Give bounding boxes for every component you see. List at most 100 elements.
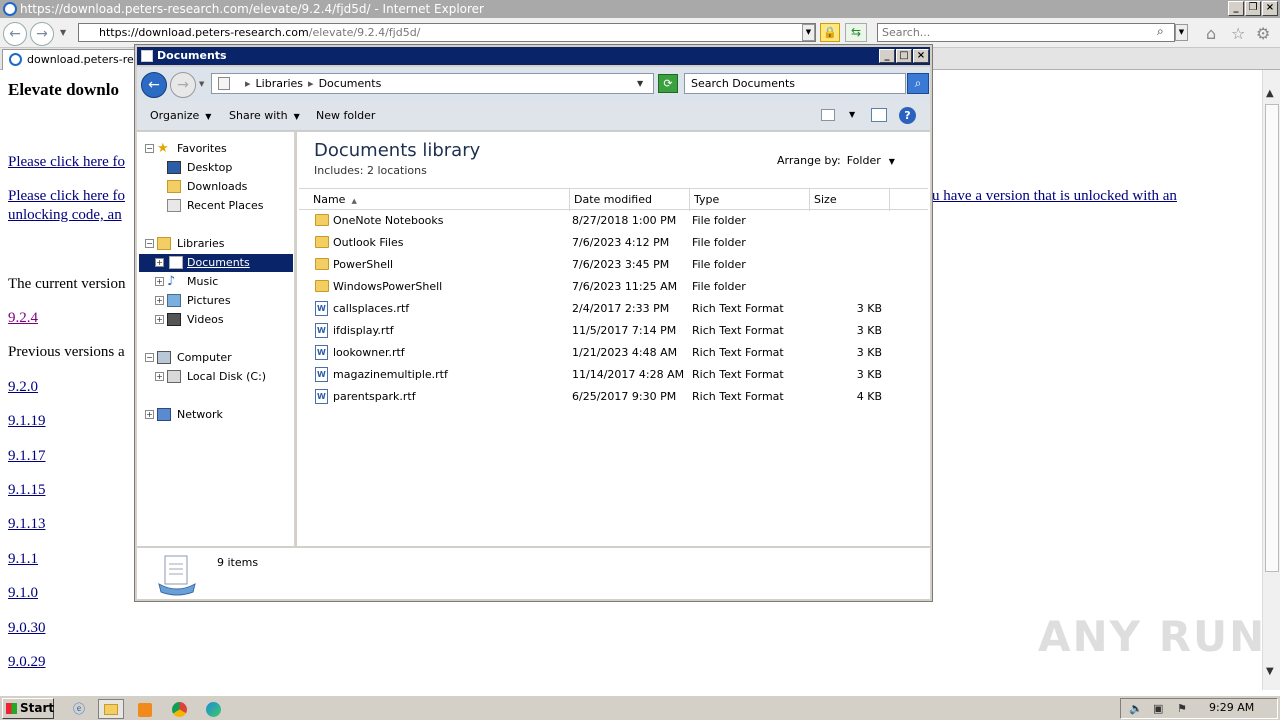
home-icon[interactable]: ⌂	[1206, 24, 1216, 43]
back-button[interactable]: ←	[3, 22, 27, 46]
search-dropdown-icon[interactable]: ▼	[1175, 24, 1188, 41]
column-date[interactable]: Date modified	[570, 189, 690, 211]
scroll-up-icon[interactable]: ▲	[1266, 88, 1274, 99]
unlock-link-line2[interactable]: unlocking code, an	[8, 207, 122, 224]
tree-computer[interactable]: − Computer	[145, 349, 293, 367]
start-button[interactable]: Start	[2, 698, 54, 719]
close-button[interactable]: ×	[1262, 1, 1278, 16]
scroll-thumb[interactable]	[1265, 104, 1279, 572]
file-row[interactable]: WindowsPowerShell 7/6/2023 11:25 AM File f…	[299, 276, 928, 298]
tree-documents[interactable]: + Documents	[139, 254, 293, 272]
scroll-down-icon[interactable]: ▼	[1266, 666, 1274, 677]
address-dropdown-icon[interactable]: ▼	[802, 24, 815, 41]
file-row[interactable]: magazinemultiple.rtf 11/14/2017 4:28 AM Ri…	[299, 364, 928, 386]
forward-button[interactable]: →	[30, 22, 54, 46]
column-type[interactable]: Type	[690, 189, 810, 211]
explorer-back-button[interactable]: ←	[141, 72, 167, 98]
version-link[interactable]: 9.1.19	[8, 413, 46, 430]
tools-gear-icon[interactable]: ⚙	[1256, 24, 1270, 43]
search-icon[interactable]: ⌕	[1157, 24, 1164, 39]
file-row[interactable]: ifdisplay.rtf 11/5/2017 7:14 PM Rich Text …	[299, 320, 928, 342]
new-folder-button[interactable]: New folder	[316, 109, 375, 122]
tree-favorites[interactable]: − ★ Favorites	[145, 140, 293, 158]
file-name: OneNote Notebooks	[333, 214, 444, 227]
file-name: PowerShell	[333, 258, 394, 271]
file-row[interactable]: callsplaces.rtf 2/4/2017 2:33 PM Rich Text…	[299, 298, 928, 320]
minimize-button[interactable]: _	[1228, 1, 1244, 16]
refresh-icon[interactable]: ⟳	[658, 74, 678, 93]
clock[interactable]: 9:29 AM	[1209, 701, 1254, 714]
explorer-minimize-button[interactable]: _	[879, 49, 895, 63]
tree-libraries[interactable]: − Libraries	[145, 235, 293, 253]
view-options-icon[interactable]	[821, 109, 835, 121]
file-row[interactable]: Outlook Files 7/6/2023 4:12 PM File folder	[299, 232, 928, 254]
media-player-taskbar-icon[interactable]	[132, 699, 158, 719]
page-scrollbar[interactable]: ▲ ▼	[1262, 70, 1280, 690]
chrome-taskbar-icon[interactable]	[166, 699, 192, 719]
tree-pictures[interactable]: + Pictures	[155, 292, 293, 310]
navigation-pane[interactable]: − ★ Favorites Desktop Downloads Recent Pla…	[137, 132, 295, 546]
preview-pane-icon[interactable]	[871, 108, 887, 122]
file-row[interactable]: PowerShell 7/6/2023 3:45 PM File folder	[299, 254, 928, 276]
tree-downloads[interactable]: Downloads	[155, 178, 293, 196]
address-bar[interactable]: https://download.peters-research.com/ele…	[78, 23, 816, 42]
explorer-forward-button[interactable]: →	[170, 72, 196, 98]
help-icon[interactable]: ?	[899, 107, 916, 124]
unlock-link-line1[interactable]: Please click here fo	[8, 188, 125, 205]
refresh-icon[interactable]: ⇆	[845, 23, 867, 42]
current-version-link[interactable]: 9.2.4	[8, 310, 38, 327]
version-link[interactable]: 9.1.0	[8, 585, 38, 602]
column-name[interactable]: Name ▲	[299, 189, 570, 211]
version-link[interactable]: 9.1.13	[8, 516, 46, 533]
version-link[interactable]: 9.2.0	[8, 379, 38, 396]
action-center-flag-icon[interactable]: ⚑	[1177, 702, 1191, 715]
breadcrumb-documents[interactable]: Documents	[319, 77, 382, 90]
share-with-button[interactable]: Share with ▼	[229, 109, 300, 122]
arrange-by[interactable]: Arrange by: Folder ▼	[777, 154, 895, 167]
volume-icon[interactable]: 🔈	[1129, 702, 1143, 715]
explorer-close-button[interactable]: ×	[913, 49, 929, 63]
ie-search-input[interactable]: Search...	[877, 23, 1175, 42]
view-dropdown-icon[interactable]: ▼	[849, 110, 855, 119]
search-icon[interactable]: ⌕	[907, 73, 929, 94]
file-row[interactable]: lookowner.rtf 1/21/2023 4:48 AM Rich Text …	[299, 342, 928, 364]
version-link[interactable]: 9.0.30	[8, 620, 46, 637]
lock-icon[interactable]: 🔒	[820, 23, 840, 42]
ie-taskbar-icon[interactable]: ⓔ	[66, 699, 92, 719]
tree-recent-places[interactable]: Recent Places	[155, 197, 293, 215]
version-link[interactable]: 9.1.1	[8, 551, 38, 568]
file-row[interactable]: OneNote Notebooks 8/27/2018 1:00 PM File f…	[299, 210, 928, 232]
unlock-link-tail[interactable]: u have a version that is unlocked with a…	[932, 188, 1177, 205]
network-tray-icon[interactable]: ▣	[1153, 702, 1167, 715]
windows-logo-icon	[6, 703, 17, 714]
history-dropdown-icon[interactable]: ▼	[60, 28, 66, 37]
column-size[interactable]: Size	[810, 189, 890, 211]
edge-taskbar-icon[interactable]	[200, 699, 226, 719]
organize-button[interactable]: Organize ▼	[150, 109, 211, 122]
arrange-dropdown-icon[interactable]: ▼	[889, 157, 895, 166]
breadcrumb-libraries[interactable]: Libraries	[256, 77, 304, 90]
explorer-search-input[interactable]: Search Documents	[684, 73, 906, 94]
explorer-address-bar[interactable]: ▸ Libraries ▸ Documents ▼	[211, 73, 654, 94]
file-name: magazinemultiple.rtf	[333, 368, 448, 381]
version-link[interactable]: 9.1.17	[8, 448, 46, 465]
arrange-value[interactable]: Folder	[847, 154, 881, 167]
file-row[interactable]: parentspark.rtf 6/25/2017 9:30 PM Rich Tex…	[299, 386, 928, 408]
version-link[interactable]: 9.0.29	[8, 654, 46, 671]
recent-pages-dropdown-icon[interactable]: ▼	[199, 80, 204, 88]
tree-local-disk[interactable]: + Local Disk (C:)	[155, 368, 293, 386]
download-link[interactable]: Please click here fo	[8, 154, 125, 171]
explorer-maximize-button[interactable]: □	[896, 49, 912, 63]
tree-network[interactable]: + Network	[145, 406, 293, 424]
file-type: Rich Text Format	[692, 324, 784, 337]
favorites-star-icon[interactable]: ☆	[1231, 24, 1245, 43]
tree-desktop[interactable]: Desktop	[155, 159, 293, 177]
address-dropdown-icon[interactable]: ▼	[637, 74, 643, 93]
version-link[interactable]: 9.1.15	[8, 482, 46, 499]
explorer-taskbar-icon[interactable]	[98, 699, 124, 719]
tree-videos[interactable]: + Videos	[155, 311, 293, 329]
ie-tab[interactable]: download.peters-rese...	[2, 49, 138, 70]
tree-music[interactable]: + ♪ Music	[155, 273, 293, 291]
restore-button[interactable]: ❐	[1245, 1, 1261, 16]
library-includes[interactable]: Includes: 2 locations	[314, 164, 427, 177]
